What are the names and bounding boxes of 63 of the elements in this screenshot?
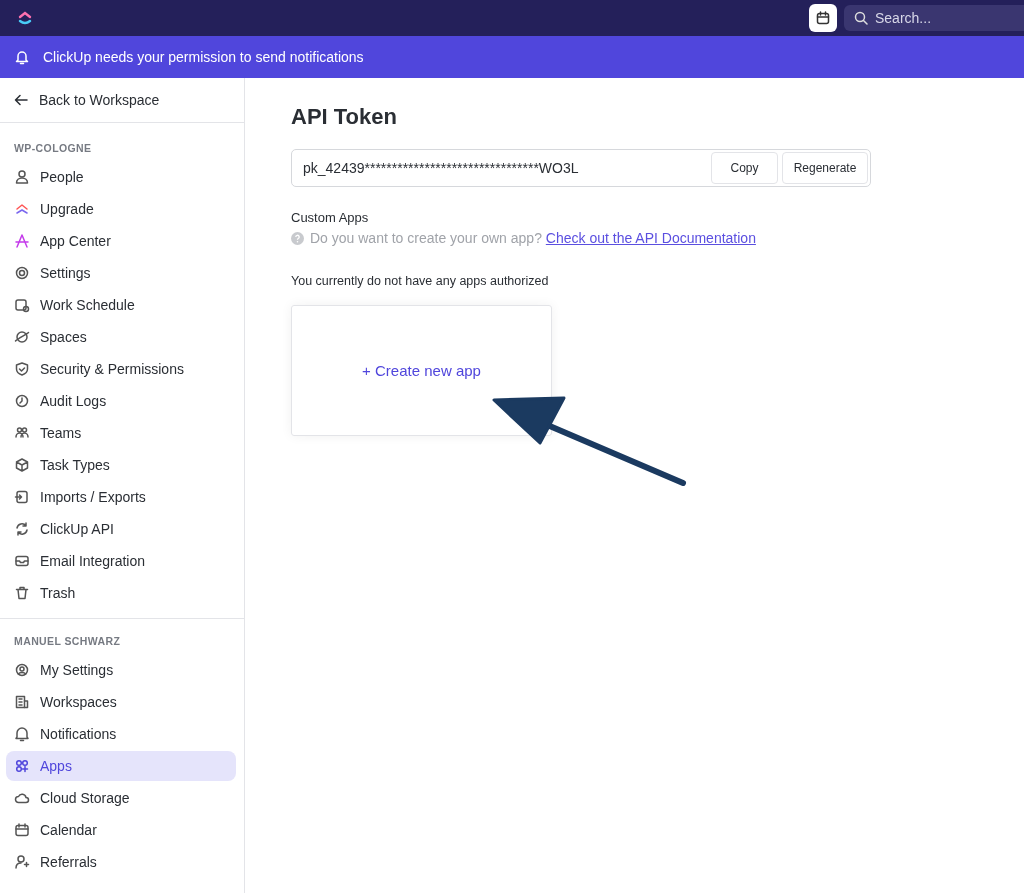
people-icon xyxy=(14,425,30,441)
bell-icon xyxy=(15,49,29,65)
bell-icon xyxy=(14,726,30,742)
sidebar-item[interactable]: Task Types xyxy=(6,450,236,480)
custom-apps-heading: Custom Apps xyxy=(291,210,370,225)
section-heading: MANUEL SCHWARZ xyxy=(13,635,122,649)
clock-icon xyxy=(14,393,30,409)
hint-text: Do you want to create your own app? xyxy=(310,230,542,246)
user-circle-icon xyxy=(14,662,30,678)
sidebar-item[interactable]: Settings xyxy=(6,258,236,288)
sidebar-item[interactable]: Trash xyxy=(6,578,236,608)
sidebar-item[interactable]: Upgrade xyxy=(6,194,236,224)
sidebar-item[interactable]: Spaces xyxy=(6,322,236,352)
layers-icon xyxy=(14,201,30,217)
sidebar-item[interactable]: App Center xyxy=(6,226,236,256)
sidebar-item[interactable]: My Settings xyxy=(6,655,236,685)
sidebar-item[interactable]: ClickUp API xyxy=(6,514,236,544)
sidebar-item[interactable]: Notifications xyxy=(6,719,236,749)
cube-icon xyxy=(14,457,30,473)
api-docs-link[interactable]: Check out the API Documentation xyxy=(545,230,756,246)
shield-check-icon xyxy=(14,361,30,377)
token-field[interactable]: pk_42439********************************WO3L Copy Regenerate xyxy=(291,149,871,187)
sidebar-item[interactable]: Teams xyxy=(6,418,236,448)
import-icon xyxy=(14,489,30,505)
sidebar-item[interactable]: Workspaces xyxy=(6,687,236,717)
trash-icon xyxy=(14,585,30,601)
sidebar-item[interactable]: Cloud Storage xyxy=(6,783,236,813)
notification-message: ClickUp needs your permission to send notifications xyxy=(43,49,364,65)
inbox-icon xyxy=(14,553,30,569)
person-icon xyxy=(14,169,30,185)
section-heading: WP-COLOGNE xyxy=(13,142,93,156)
sidebar-item[interactable]: Imports / Exports xyxy=(6,482,236,512)
token-value: pk_42439********************************WO3L xyxy=(302,160,580,176)
sidebar-item[interactable]: Audit Logs xyxy=(6,386,236,416)
empty-message: You currently do not have any apps authorized xyxy=(291,274,550,288)
gear-icon xyxy=(14,265,30,281)
help-icon xyxy=(291,231,304,245)
token-action-button[interactable]: Regenerate xyxy=(782,152,868,184)
sidebar-item[interactable]: Email Integration xyxy=(6,546,236,576)
arrow-left-icon xyxy=(14,94,28,106)
sidebar-item[interactable]: Work Schedule xyxy=(6,290,236,320)
building-icon xyxy=(14,694,30,710)
planet-icon xyxy=(14,329,30,345)
page-title: API Token xyxy=(291,104,398,131)
back-label: Back to Workspace xyxy=(39,92,160,108)
grid-plus-icon xyxy=(14,758,30,774)
calendar-icon xyxy=(14,822,30,838)
back-link[interactable]: Back to Workspace xyxy=(0,78,244,123)
calendar-icon xyxy=(816,11,830,25)
user-plus-icon xyxy=(14,854,30,870)
create-app-label[interactable]: + Create new app xyxy=(362,362,481,379)
search-field[interactable]: Search... xyxy=(844,5,1024,31)
app-logo-icon[interactable] xyxy=(17,10,33,26)
refresh-icon xyxy=(14,521,30,537)
sidebar-item[interactable]: Calendar xyxy=(6,815,236,845)
sidebar-item[interactable]: Apps xyxy=(6,751,236,781)
token-action-button[interactable]: Copy xyxy=(711,152,778,184)
create-app-card[interactable]: + Create new app xyxy=(291,305,552,436)
search-icon xyxy=(854,11,868,25)
calendar-button[interactable] xyxy=(809,4,837,32)
sidebar-item[interactable]: People xyxy=(6,162,236,192)
sidebar-item[interactable]: Referrals xyxy=(6,847,236,877)
sidebar-item[interactable]: Security & Permissions xyxy=(6,354,236,384)
